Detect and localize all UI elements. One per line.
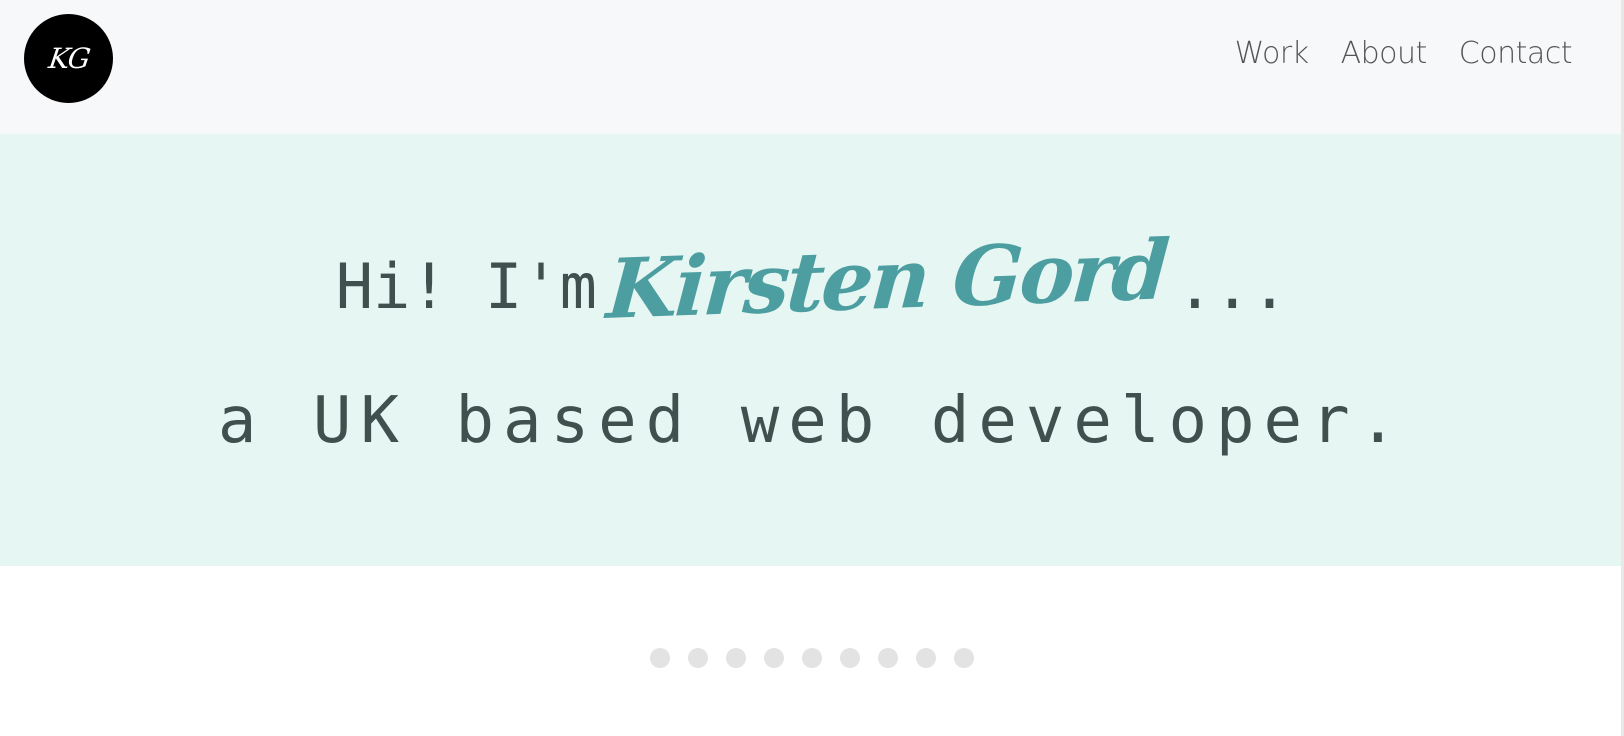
hero-section: Hi! I'mKirsten Gord... a UK based web de…: [0, 134, 1624, 566]
carousel-dot[interactable]: [840, 648, 860, 668]
hero-name: Kirsten Gord: [603, 222, 1170, 338]
carousel-dot[interactable]: [650, 648, 670, 668]
site-header: KG Work About Contact: [0, 0, 1624, 134]
logo-text: KG: [46, 42, 91, 75]
hero-tagline: a UK based web developer.: [217, 384, 1407, 458]
carousel-dots: [0, 648, 1624, 668]
hero-ellipsis: ...: [1176, 250, 1289, 323]
carousel-dot[interactable]: [688, 648, 708, 668]
logo[interactable]: KG: [24, 14, 113, 103]
nav-link-about[interactable]: About: [1341, 36, 1428, 71]
carousel-dot[interactable]: [916, 648, 936, 668]
carousel-dot[interactable]: [878, 648, 898, 668]
carousel-dot[interactable]: [726, 648, 746, 668]
nav-link-work[interactable]: Work: [1235, 36, 1309, 71]
main-nav: Work About Contact: [1235, 36, 1573, 71]
carousel-dot[interactable]: [764, 648, 784, 668]
carousel-dot[interactable]: [954, 648, 974, 668]
hero-greeting: Hi! I'm: [335, 250, 598, 323]
carousel-dot[interactable]: [802, 648, 822, 668]
nav-link-contact[interactable]: Contact: [1459, 36, 1573, 71]
hero-heading: Hi! I'mKirsten Gord...: [0, 222, 1624, 338]
